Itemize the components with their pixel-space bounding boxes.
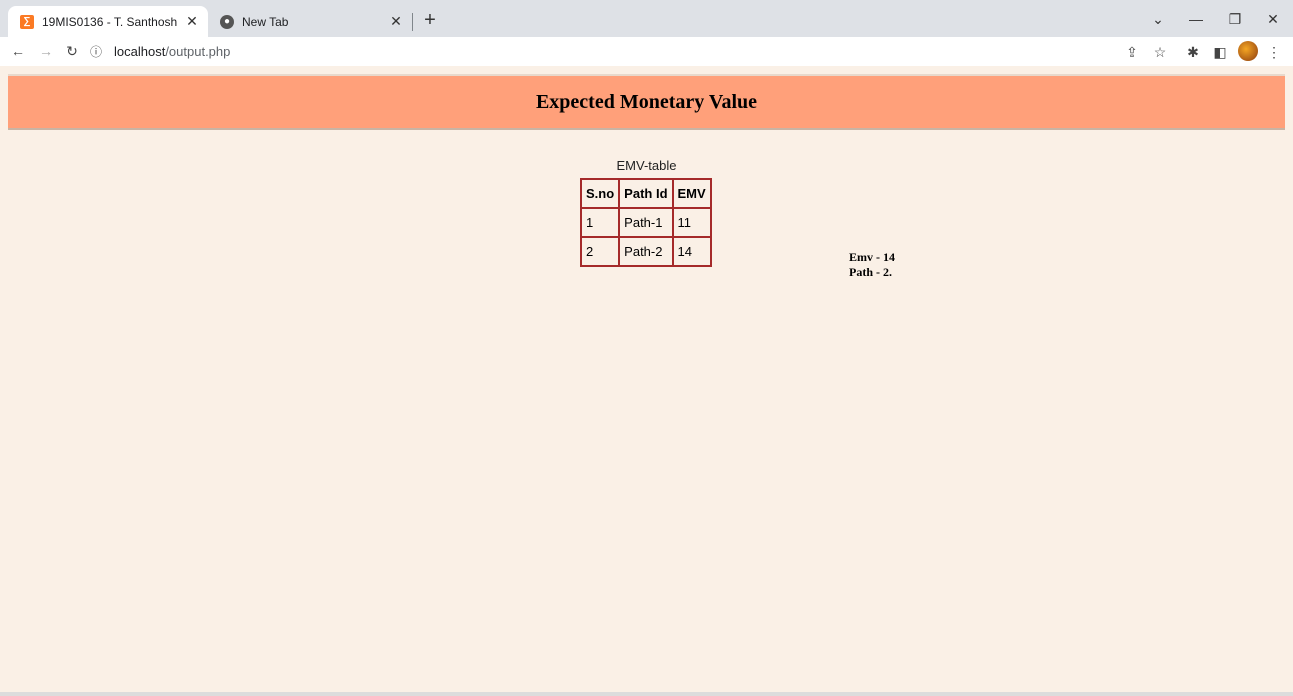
table-cell: Path-1 <box>619 208 673 237</box>
tab-strip: ∑ 19MIS0136 - T. Santhosh ✕ ● New Tab ✕ … <box>0 0 1293 37</box>
table-cell: 1 <box>581 208 620 237</box>
tab-title: 19MIS0136 - T. Santhosh <box>42 14 178 29</box>
table-cell: 2 <box>581 237 620 266</box>
chrome-icon: ● <box>220 14 234 29</box>
page-body: Expected Monetary Value EMV-table S.no P… <box>0 66 1293 692</box>
profile-avatar[interactable] <box>1238 41 1258 61</box>
browser-toolbar: ← → ↻ ⓘ localhost/output.php ⇪ ☆ ✱ ◧ ⋮ <box>0 37 1293 66</box>
tab-separator <box>412 13 413 31</box>
table-row: 1 Path-1 11 <box>581 208 711 237</box>
result-summary: Emv - 14 Path - 2. <box>849 250 895 280</box>
url-path: /output.php <box>165 43 231 59</box>
close-window-button[interactable]: ✕ <box>1258 8 1288 30</box>
tab-active[interactable]: ∑ 19MIS0136 - T. Santhosh ✕ <box>8 6 208 37</box>
bookmark-star-icon[interactable]: ☆ <box>1150 42 1170 62</box>
forward-icon[interactable]: → <box>36 41 56 61</box>
info-icon[interactable]: ⓘ <box>90 43 106 60</box>
result-emv: Emv - 14 <box>849 250 895 264</box>
url-host: localhost <box>114 43 166 59</box>
table-cell: 14 <box>672 237 711 266</box>
share-icon[interactable]: ⇪ <box>1122 42 1142 62</box>
tab-new-tab[interactable]: ● New Tab ✕ <box>208 6 412 37</box>
close-tab-icon[interactable]: ✕ <box>182 13 202 30</box>
xampp-icon: ∑ <box>20 14 34 29</box>
page-title: Expected Monetary Value <box>535 90 758 113</box>
emv-table: S.no Path Id EMV 1 Path-1 11 2 Path-2 14 <box>580 178 712 267</box>
column-header: S.no <box>581 179 620 208</box>
reload-icon[interactable]: ↻ <box>62 41 82 61</box>
column-header: Path Id <box>619 179 673 208</box>
result-path: Path - 2. <box>849 265 892 279</box>
minimize-button[interactable]: — <box>1181 8 1211 30</box>
table-header-row: S.no Path Id EMV <box>581 179 711 208</box>
table-caption: EMV-table <box>616 158 677 173</box>
new-tab-button[interactable]: + <box>420 10 440 30</box>
page-header: Expected Monetary Value <box>8 74 1285 130</box>
table-cell: 11 <box>672 208 711 237</box>
restore-button[interactable]: ❐ <box>1220 8 1250 30</box>
address-bar[interactable]: ⓘ localhost/output.php <box>90 41 1120 61</box>
bottom-border <box>0 692 1293 696</box>
column-header: EMV <box>672 179 711 208</box>
extensions-icon[interactable]: ✱ <box>1183 42 1203 62</box>
close-tab-icon[interactable]: ✕ <box>386 13 406 30</box>
tab-title: New Tab <box>242 14 289 29</box>
table-cell: Path-2 <box>619 237 673 266</box>
side-panel-icon[interactable]: ◧ <box>1210 42 1230 62</box>
menu-icon[interactable]: ⋮ <box>1264 42 1284 62</box>
tab-search-icon[interactable]: ⌄ <box>1143 8 1173 30</box>
back-icon[interactable]: ← <box>8 41 28 61</box>
table-row: 2 Path-2 14 <box>581 237 711 266</box>
